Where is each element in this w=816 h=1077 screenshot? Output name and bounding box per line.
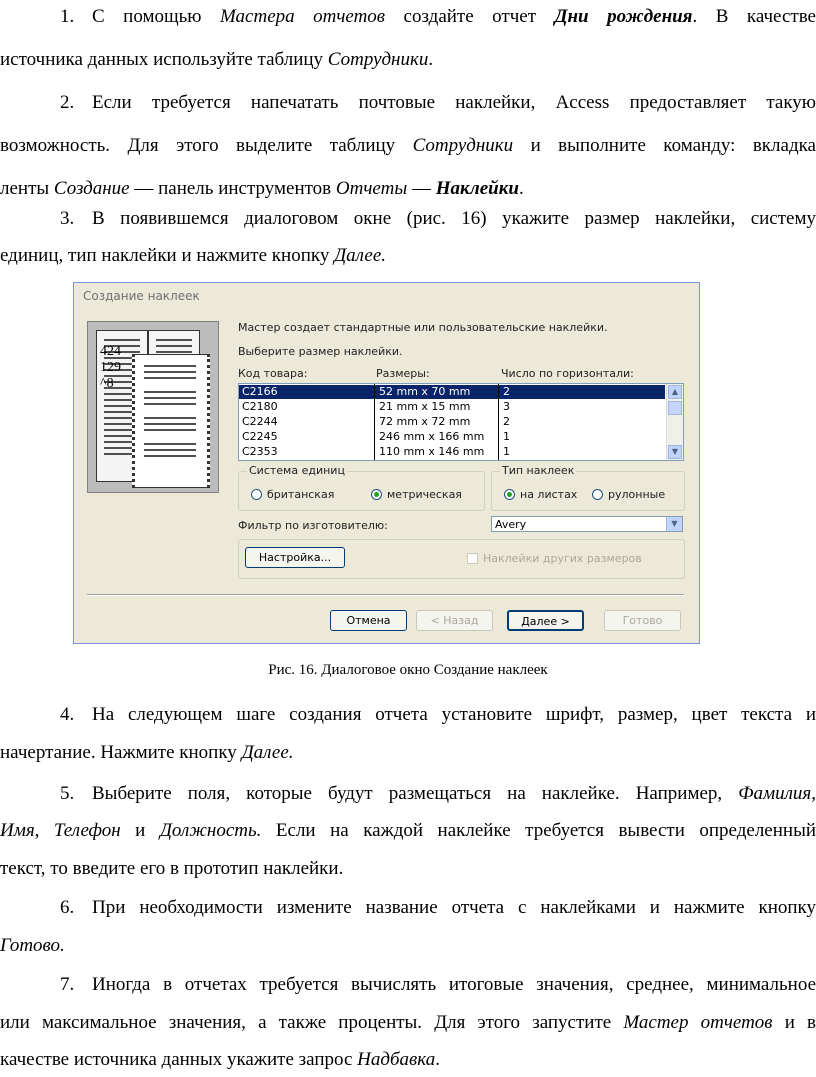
units-group-label: Система единиц [247, 464, 347, 477]
dialog-titlebar: Создание наклеек [74, 283, 699, 309]
column-header-code: Код товара: [238, 367, 308, 380]
label-size-list[interactable]: C2166 52 mm x 70 mm 2 C2180 21 mm x 15 m… [238, 383, 684, 461]
p4-line2: начертание. Нажмите кнопку Далее. [0, 742, 294, 763]
dialog-title: Создание наклеек [83, 289, 200, 303]
other-sizes-label: Наклейки других размеров [483, 552, 642, 565]
label-type-group-label: Тип наклеек [500, 464, 577, 477]
column-divider [498, 384, 499, 460]
p6-line2: Готово. [0, 935, 65, 956]
p5-line2: Имя, Телефон и Должность. Если на каждой… [0, 820, 816, 841]
scroll-thumb[interactable] [668, 401, 682, 415]
dialog-divider [87, 594, 684, 596]
intro-text-1: Мастер создает стандартные или пользоват… [238, 321, 608, 334]
p1-line2: источника данных используйте таблицу Сот… [0, 49, 434, 70]
label-preview-image: 424 129 ^8 [87, 321, 219, 493]
p4-number: 4. [60, 704, 75, 725]
scroll-up-icon[interactable]: ▲ [668, 385, 682, 399]
customize-group: Настройка... Наклейки других размеров [238, 539, 685, 579]
chevron-down-icon[interactable]: ▼ [666, 517, 682, 531]
list-item[interactable]: C2245 246 mm x 166 mm 1 [239, 430, 665, 444]
intro-text-2: Выберите размер наклейки. [238, 345, 403, 358]
next-button[interactable]: Далее > [507, 610, 584, 631]
column-header-size: Размеры: [376, 367, 430, 380]
radio-sheet-feed-label: на листах [520, 488, 578, 501]
p7-line3: качестве источника данных укажите запрос… [0, 1049, 440, 1070]
filter-label: Фильтр по изготовителю: [238, 519, 388, 532]
radio-metric[interactable] [371, 489, 382, 500]
radio-imperial[interactable] [251, 489, 262, 500]
preview-label-roll [132, 354, 210, 488]
manufacturer-filter-select[interactable]: Avery ▼ [491, 516, 683, 532]
p1-number: 1. [60, 6, 75, 27]
p6-number: 6. [60, 897, 75, 918]
p5-line3: текст, то введите его в прототип наклейк… [0, 858, 344, 879]
p3-line2: единиц, тип наклейки и нажмите кнопку Да… [0, 245, 387, 266]
column-header-count: Число по горизонтали: [501, 367, 634, 380]
other-sizes-checkbox[interactable] [467, 553, 478, 564]
list-item[interactable]: C2180 21 mm x 15 mm 3 [239, 400, 665, 414]
radio-metric-label: метрическая [387, 488, 462, 501]
p7-line2: или максимальное значения, а также проце… [0, 1012, 816, 1033]
radio-continuous[interactable] [592, 489, 603, 500]
figure-caption: Рис. 16. Диалоговое окно Создание наклее… [268, 662, 548, 678]
scroll-down-icon[interactable]: ▼ [668, 445, 682, 459]
list-item[interactable]: C2244 72 mm x 72 mm 2 [239, 415, 665, 429]
p3-number: 3. [60, 208, 75, 229]
preview-number-1: 424 [100, 344, 121, 359]
back-button[interactable]: < Назад [416, 610, 493, 631]
p2-number: 2. [60, 92, 75, 113]
preview-number-2: 129 [100, 360, 121, 375]
column-divider [374, 384, 375, 460]
finish-button[interactable]: Готово [604, 610, 681, 631]
radio-continuous-label: рулонные [608, 488, 666, 501]
p7-number: 7. [60, 974, 75, 995]
labels-wizard-dialog: Создание наклеек 424 129 ^8 Мастер созда… [73, 282, 700, 644]
list-scrollbar[interactable]: ▲ ▼ [666, 384, 683, 460]
radio-imperial-label: британская [267, 488, 335, 501]
list-item[interactable]: C2166 52 mm x 70 mm 2 [239, 385, 665, 399]
customize-button[interactable]: Настройка... [245, 547, 345, 568]
cancel-button[interactable]: Отмена [330, 610, 407, 631]
manufacturer-filter-value: Avery [495, 518, 527, 531]
p5-number: 5. [60, 783, 75, 804]
radio-sheet-feed[interactable] [504, 489, 515, 500]
p2-line2: возможность. Для этого выделите таблицу … [0, 135, 816, 156]
p2-line3: ленты Создание — панель инструментов Отч… [0, 178, 524, 199]
units-group: Система единиц британская метрическая [238, 464, 485, 511]
list-item[interactable]: C2353 110 mm x 146 mm 1 [239, 445, 665, 459]
label-type-group: Тип наклеек на листах рулонные [491, 464, 685, 511]
preview-number-3: ^8 [100, 376, 114, 391]
